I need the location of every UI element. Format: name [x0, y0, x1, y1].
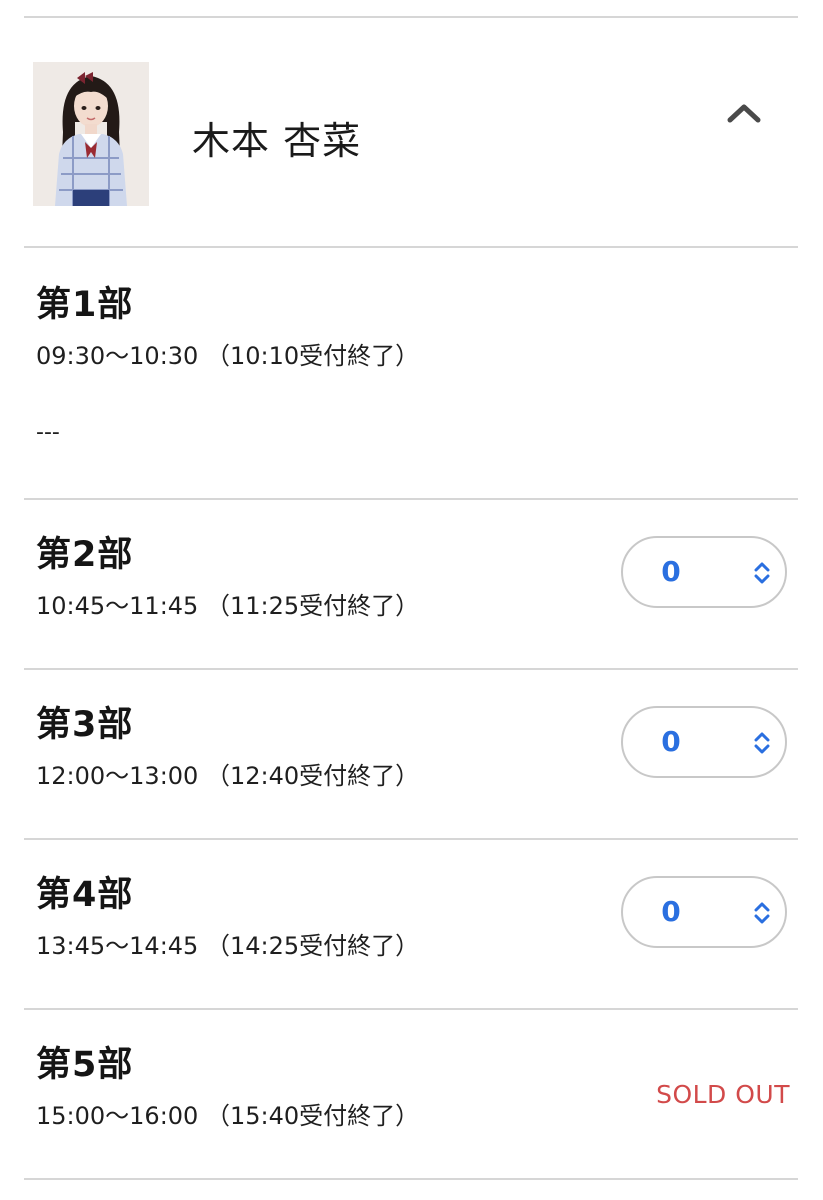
section-divider — [24, 246, 798, 248]
session-time: 12:00〜13:00 （12:40受付終了） — [36, 762, 420, 790]
quantity-select[interactable]: 0 — [621, 536, 787, 608]
session-row-4: 第4部 13:45〜14:45 （14:25受付終了） 0 — [0, 840, 823, 1008]
chevron-up-icon — [727, 104, 761, 123]
session-title: 第1部 — [36, 285, 134, 325]
select-arrows-icon — [754, 732, 770, 754]
session-row-5: 第5部 15:00〜16:00 （15:40受付終了） SOLD OUT — [0, 1010, 823, 1178]
sold-out-label: SOLD OUT — [656, 1080, 790, 1109]
quantity-value: 0 — [661, 895, 681, 928]
session-time: 15:00〜16:00 （15:40受付終了） — [36, 1102, 420, 1130]
session-title: 第2部 — [36, 535, 134, 575]
bottom-divider — [24, 1178, 798, 1180]
portrait-photo-icon — [33, 62, 149, 206]
session-unavailable: --- — [36, 420, 60, 445]
top-divider — [24, 16, 798, 18]
session-row-2: 第2部 10:45〜11:45 （11:25受付終了） 0 — [0, 500, 823, 668]
session-row-3: 第3部 12:00〜13:00 （12:40受付終了） 0 — [0, 670, 823, 838]
session-row-1: 第1部 09:30〜10:30 （10:10受付終了） --- — [0, 250, 823, 498]
session-time: 10:45〜11:45 （11:25受付終了） — [36, 592, 420, 620]
member-name: 木本 杏菜 — [192, 119, 362, 163]
member-photo — [33, 62, 149, 206]
quantity-select[interactable]: 0 — [621, 706, 787, 778]
session-title: 第3部 — [36, 705, 134, 745]
select-arrows-icon — [754, 562, 770, 584]
session-title: 第4部 — [36, 875, 134, 915]
quantity-value: 0 — [661, 555, 681, 588]
quantity-select[interactable]: 0 — [621, 876, 787, 948]
session-time: 09:30〜10:30 （10:10受付終了） — [36, 342, 420, 370]
quantity-value: 0 — [661, 725, 681, 758]
member-header: 木本 杏菜 — [0, 20, 823, 247]
collapse-button[interactable] — [720, 94, 768, 134]
session-time: 13:45〜14:45 （14:25受付終了） — [36, 932, 420, 960]
select-arrows-icon — [754, 902, 770, 924]
session-title: 第5部 — [36, 1045, 134, 1085]
